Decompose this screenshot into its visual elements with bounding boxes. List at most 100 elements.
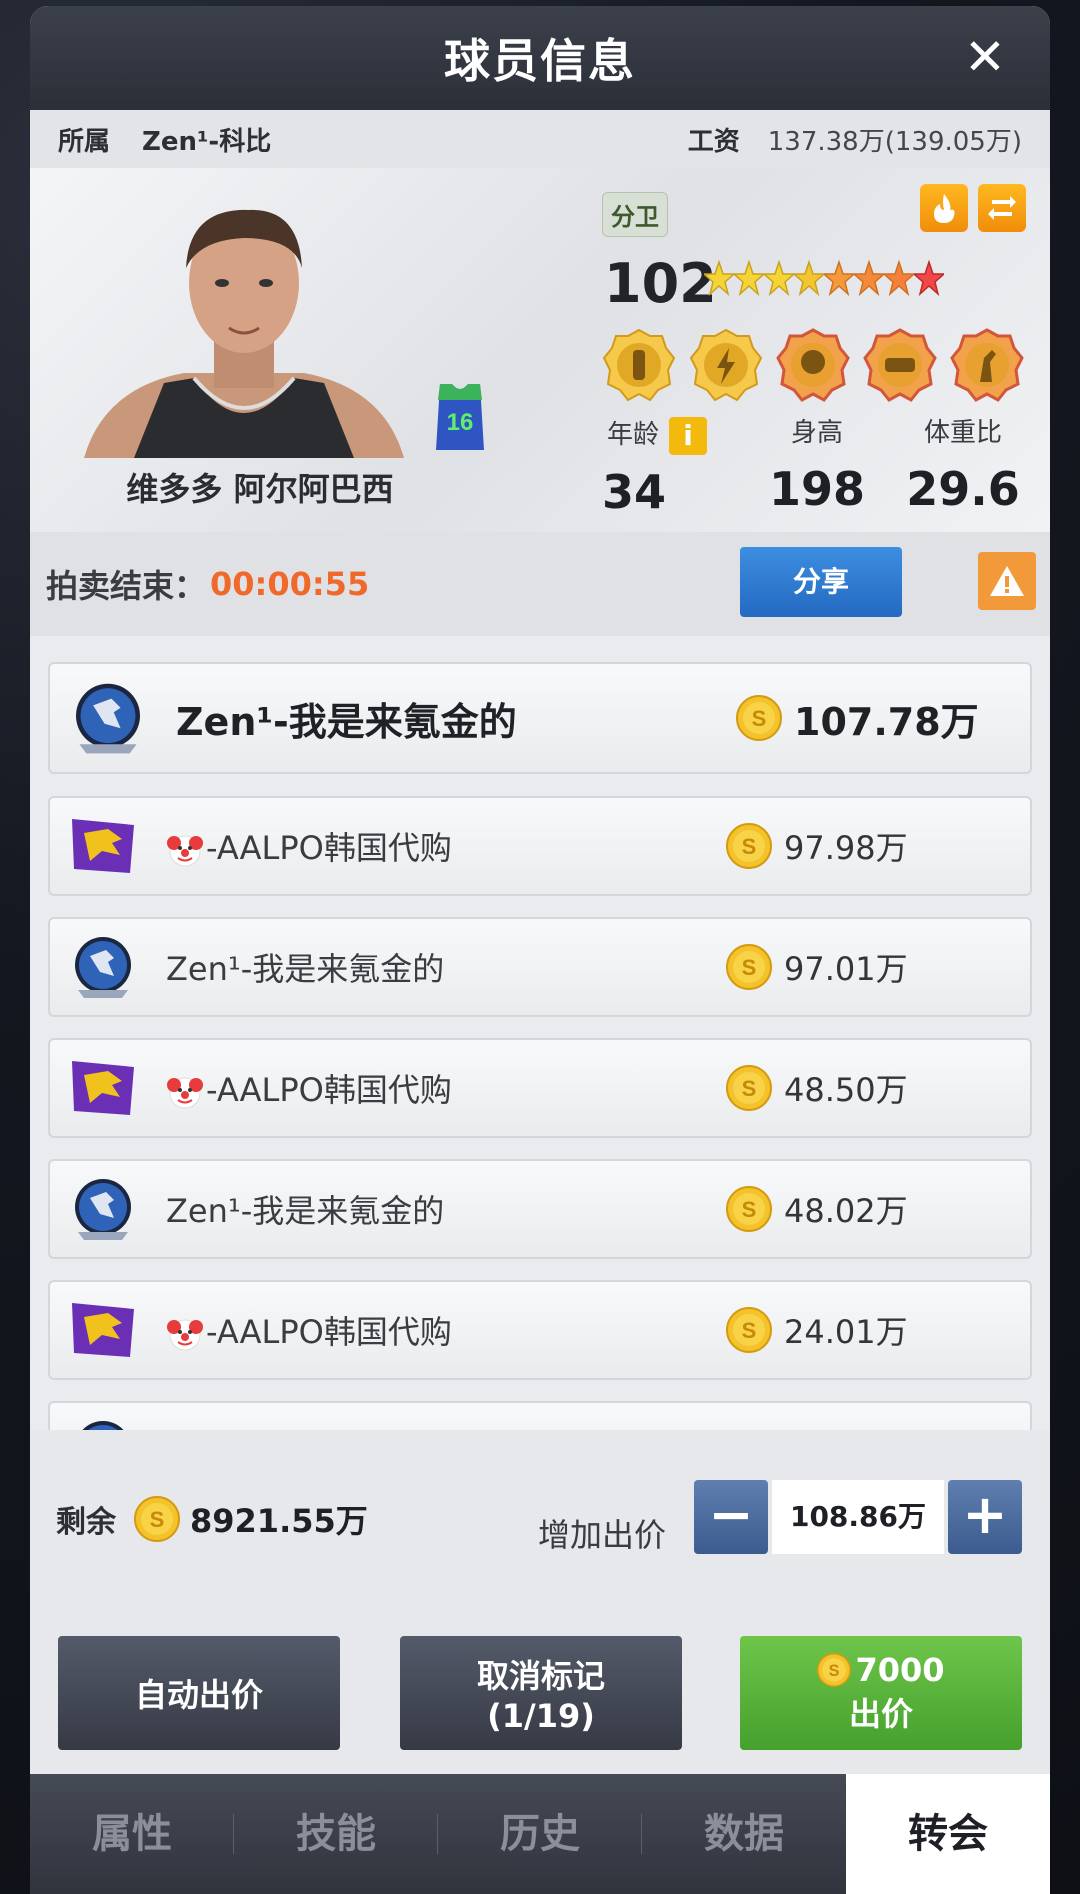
- cancel-mark-button[interactable]: 取消标记 (1/19): [400, 1636, 682, 1750]
- bid-team-name: -AALPO韩国代购: [166, 823, 726, 869]
- salary-label: 工资: [687, 126, 740, 157]
- remaining-balance: 剩余 S 8921.55万: [56, 1496, 368, 1542]
- tab-history[interactable]: 历史: [438, 1774, 642, 1894]
- tab-data[interactable]: 数据: [642, 1774, 846, 1894]
- bid-team-name: Zen¹-我是来氪金的: [166, 950, 445, 988]
- remain-value: 8921.55万: [190, 1502, 368, 1540]
- star-icon: [824, 259, 854, 297]
- auction-timer: 00:00:55: [210, 565, 370, 603]
- svg-text:S: S: [742, 1076, 757, 1101]
- shoot-badge-icon[interactable]: [950, 328, 1024, 402]
- position-tag: 分卫: [602, 192, 668, 237]
- star-icon: [704, 259, 734, 297]
- player-name: 维多多 阿尔阿巴西: [126, 470, 394, 508]
- lightning-badge-icon[interactable]: [689, 328, 763, 402]
- warning-icon[interactable]: [978, 552, 1036, 610]
- age-value: 34: [602, 464, 667, 519]
- svg-text:S: S: [150, 1507, 165, 1532]
- decrease-bid-button[interactable]: −: [694, 1480, 768, 1554]
- tab-transfer[interactable]: 转会: [846, 1774, 1050, 1894]
- title-bar: 球员信息 ✕: [30, 6, 1050, 110]
- coin-icon: S: [726, 1186, 772, 1232]
- bottom-tabs: 属性 技能 历史 数据 转会: [30, 1774, 1050, 1894]
- tab-skills[interactable]: 技能: [234, 1774, 438, 1894]
- swap-icon[interactable]: [978, 184, 1026, 232]
- bid-row: Zen¹-我是来氪金的 S 107.78万: [48, 662, 1032, 774]
- player-portrait: [84, 209, 404, 458]
- eagle-logo-icon: [75, 1179, 131, 1240]
- clown-icon: [167, 1077, 203, 1109]
- dragon-logo-icon: [72, 1061, 134, 1115]
- jersey-icon: 16: [436, 384, 484, 450]
- svg-text:S: S: [742, 1318, 757, 1343]
- fire-icon[interactable]: [920, 184, 968, 232]
- bid-amount: 48.50万: [784, 1071, 908, 1109]
- height-value: 198: [768, 462, 866, 516]
- salary-value: 137.38万(139.05万): [767, 126, 1022, 157]
- coin-icon: S: [726, 1307, 772, 1353]
- weight-label: 体重比: [923, 418, 1002, 448]
- star-icon: [854, 259, 884, 297]
- coin-icon: S: [817, 1653, 852, 1687]
- bid-row: -AALPO韩国代购 S 97.98万: [48, 796, 1032, 896]
- bid-team-name: Zen¹-我是来氪金的: [166, 1192, 445, 1230]
- star-icon: [794, 259, 824, 297]
- bid-team-name: -AALPO韩国代购: [166, 1065, 726, 1111]
- clown-icon: [167, 835, 203, 867]
- player-card: 16 维多多 阿尔阿巴西 分卫 102 年龄 i 34 身高 198 体重比 2…: [30, 168, 1050, 532]
- bid-controls: 剩余 S 8921.55万 增加出价 − 108.86万 + 自动出价 取消标记…: [30, 1430, 1050, 1780]
- dragon-logo-icon: [72, 819, 134, 873]
- defense-badge-icon[interactable]: [776, 328, 850, 402]
- remain-label: 剩余: [56, 1505, 116, 1540]
- team-value: Zen¹-科比: [142, 126, 272, 157]
- post-badge-icon[interactable]: [602, 328, 676, 402]
- bid-button[interactable]: S 7000 出价: [740, 1636, 1022, 1750]
- bid-list[interactable]: Zen¹-我是来氪金的 S 107.78万 -AALPO韩国代购 S 97.98…: [30, 636, 1050, 1436]
- star-icon: [914, 259, 944, 297]
- bid-amount: 107.78万: [794, 699, 979, 744]
- bid-amount: 97.01万: [784, 950, 908, 988]
- svg-text:16: 16: [447, 409, 474, 436]
- pass-badge-icon[interactable]: [863, 328, 937, 402]
- star-icon: [764, 259, 794, 297]
- svg-text:S: S: [742, 834, 757, 859]
- info-bar: 所属 Zen¹-科比 工资 137.38万(139.05万): [30, 110, 1050, 168]
- auto-bid-button[interactable]: 自动出价: [58, 1636, 340, 1750]
- close-icon[interactable]: ✕: [960, 32, 1010, 82]
- modal-title: 球员信息: [444, 34, 636, 88]
- bid-amount: 48.02万: [784, 1192, 908, 1230]
- coin-icon: S: [726, 823, 772, 869]
- share-button[interactable]: 分享: [740, 547, 902, 617]
- star-icon: [884, 259, 914, 297]
- bid-amount: 97.98万: [784, 829, 908, 867]
- coin-icon: S: [134, 1496, 180, 1542]
- svg-text:S: S: [742, 1197, 757, 1222]
- eagle-logo-icon: [75, 937, 131, 998]
- bid-team-name: Zen¹-我是来氪金的: [176, 699, 517, 744]
- auction-end-label: 拍卖结束：: [46, 567, 207, 605]
- weight-stat: 体重比 29.6: [898, 414, 1028, 516]
- clown-icon: [167, 1319, 203, 1351]
- coin-icon: S: [736, 695, 782, 741]
- star-icon: [734, 259, 764, 297]
- coin-icon: S: [726, 1065, 772, 1111]
- bid-team-name: -AALPO韩国代购: [166, 1307, 726, 1353]
- bid-row: -AALPO韩国代购 S 24.01万: [48, 1280, 1032, 1380]
- eagle-logo-icon: [76, 683, 140, 754]
- tab-attributes[interactable]: 属性: [30, 1774, 234, 1894]
- raise-amount-field[interactable]: 108.86万: [772, 1480, 944, 1554]
- bid-row: Zen¹-我是来氪金的 S 97.01万: [48, 917, 1032, 1017]
- team-label: 所属: [58, 126, 111, 157]
- svg-text:S: S: [742, 955, 757, 980]
- age-stat: 年龄 i 34: [602, 414, 712, 519]
- increase-bid-button[interactable]: +: [948, 1480, 1022, 1554]
- bid-amount: 24.01万: [784, 1313, 908, 1351]
- star-rating: [704, 254, 944, 304]
- info-icon[interactable]: i: [669, 416, 707, 455]
- svg-text:S: S: [829, 1662, 840, 1680]
- age-label: 年龄: [606, 420, 659, 450]
- coin-icon: S: [726, 944, 772, 990]
- player-info-modal: 球员信息 ✕ 所属 Zen¹-科比 工资 137.38万(139.05万) 16…: [30, 6, 1050, 1894]
- weight-value: 29.6: [906, 462, 1020, 516]
- svg-text:S: S: [752, 706, 767, 731]
